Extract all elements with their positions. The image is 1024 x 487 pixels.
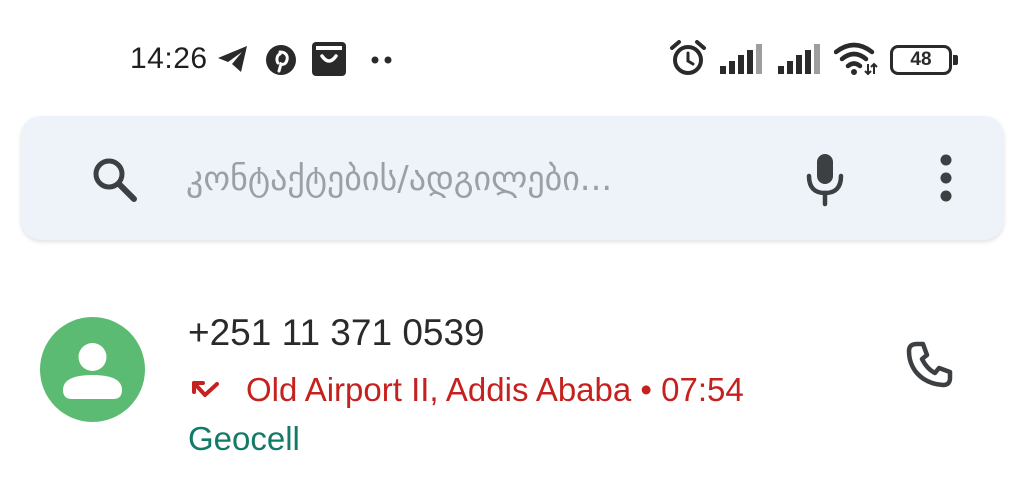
call-details: Old Airport II, Addis Ababa • 07:54 [190, 368, 744, 412]
telegram-icon [218, 46, 247, 72]
battery-cap [953, 55, 958, 65]
search-icon[interactable] [89, 154, 139, 204]
call-button[interactable] [894, 330, 964, 400]
more-options-icon[interactable] [936, 152, 956, 204]
more-notifications-icon [371, 56, 392, 64]
status-bar: 14:26 48 [0, 0, 1024, 120]
pinterest-icon [266, 45, 296, 75]
phone-icon [906, 341, 953, 388]
wifi-icon [834, 42, 878, 76]
battery-level: 48 [910, 49, 932, 70]
avatar [40, 317, 145, 422]
carrier-label: Geocell [188, 420, 300, 457]
search-input[interactable] [186, 154, 766, 204]
alarm-icon [670, 40, 706, 75]
status-time: 14:26 [130, 42, 208, 75]
call-location-time: Old Airport II, Addis Ababa • 07:54 [246, 371, 744, 408]
search-bar[interactable] [21, 116, 1004, 240]
call-log-item[interactable]: +251 11 371 0539 Old Airport II, Addis A… [0, 290, 1024, 480]
signal-icon [778, 44, 820, 74]
person-icon [63, 343, 122, 399]
signal-icon [720, 44, 762, 74]
microphone-icon[interactable] [804, 150, 846, 208]
missed-call-icon [192, 381, 219, 397]
shopping-bag-icon [312, 42, 346, 76]
battery-icon: 48 [890, 45, 958, 75]
contact-number: +251 11 371 0539 [188, 312, 485, 353]
